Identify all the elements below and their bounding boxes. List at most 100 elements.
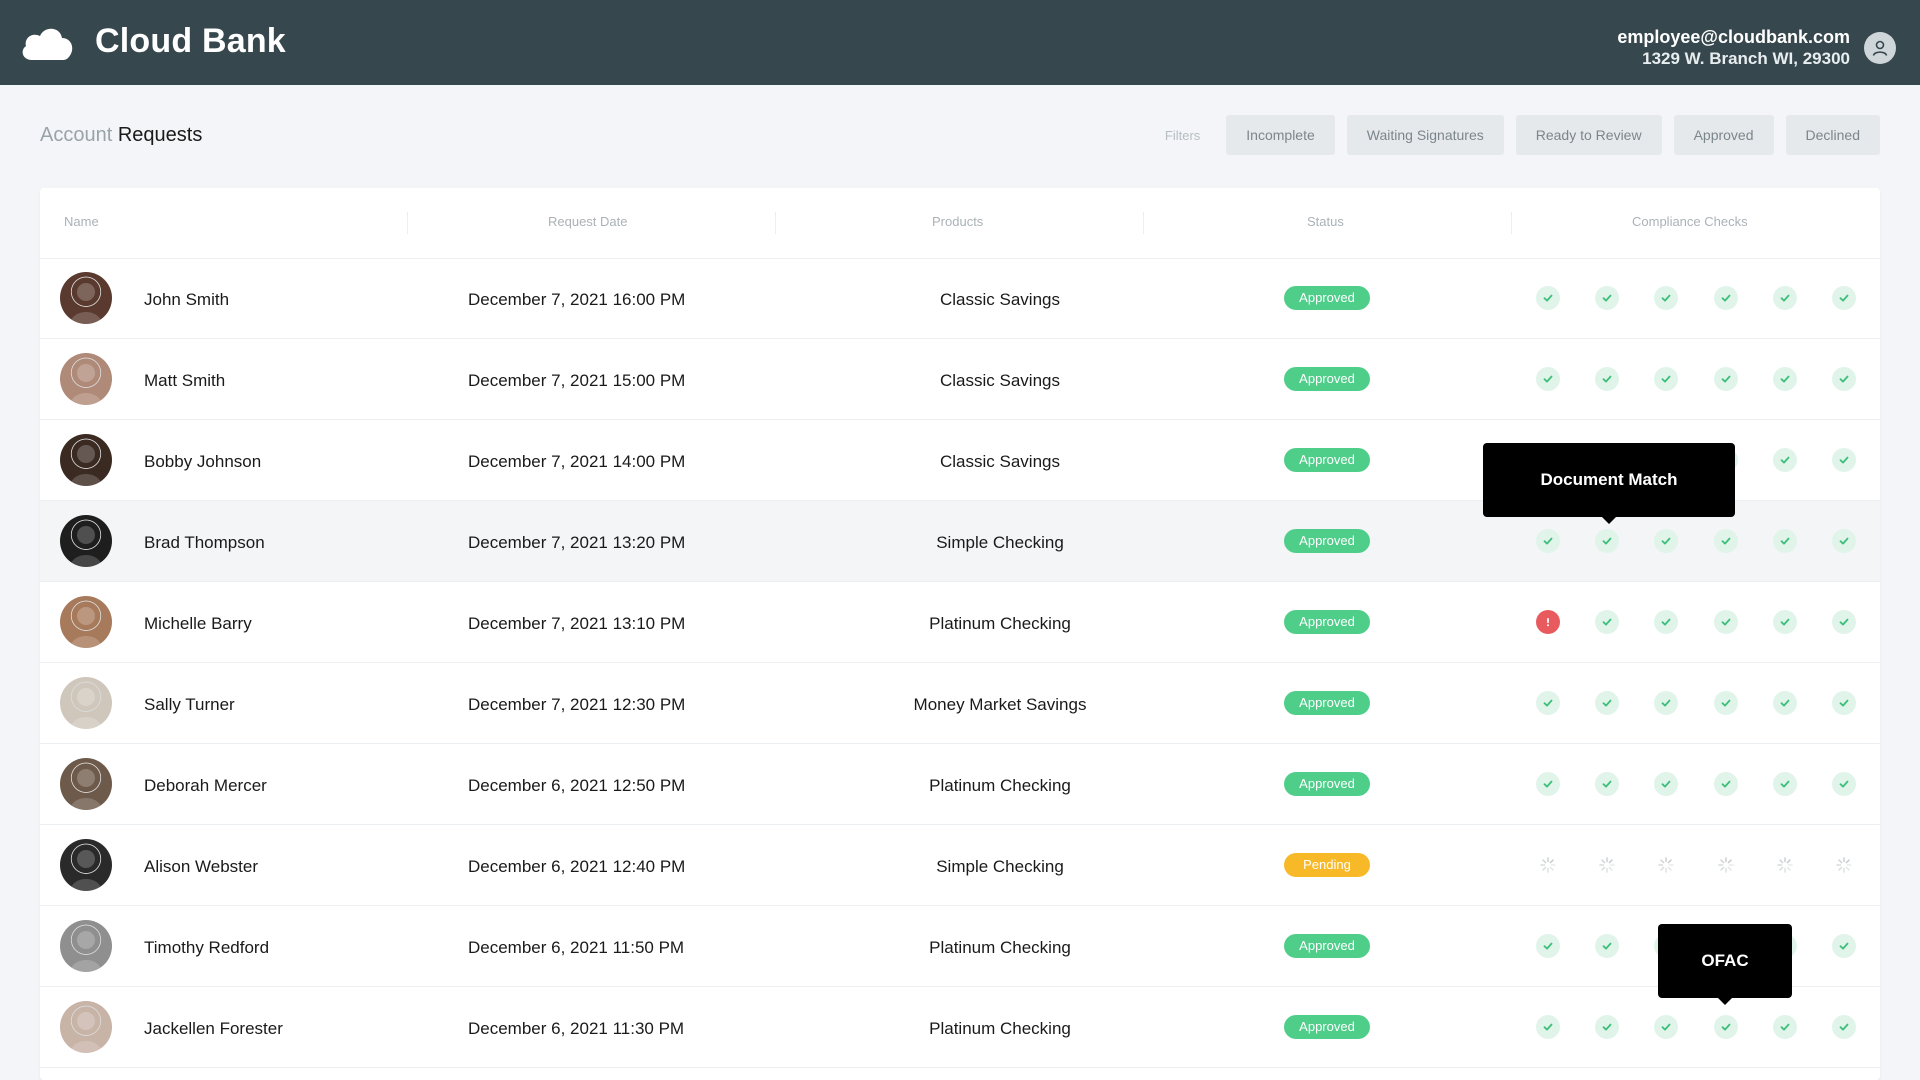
compliance-check-2-check-icon[interactable] xyxy=(1595,691,1619,715)
compliance-check-5-spinner-icon[interactable] xyxy=(1773,853,1797,877)
compliance-check-5-check-icon[interactable] xyxy=(1773,529,1797,553)
compliance-check-3-check-icon[interactable] xyxy=(1654,610,1678,634)
filter-incomplete-button[interactable]: Incomplete xyxy=(1226,115,1335,155)
compliance-check-1-check-icon[interactable] xyxy=(1536,367,1560,391)
table-row[interactable]: Jackellen Forester December 6, 2021 11:30… xyxy=(40,987,1880,1068)
compliance-check-2-check-icon[interactable] xyxy=(1595,610,1619,634)
requests-table: Name Request Date Products Status Compli… xyxy=(40,188,1880,1080)
compliance-check-3-check-icon[interactable] xyxy=(1654,367,1678,391)
filter-approved-button[interactable]: Approved xyxy=(1673,115,1774,155)
cell-request-date: December 7, 2021 13:20 PM xyxy=(468,533,686,552)
compliance-check-1-check-icon[interactable] xyxy=(1536,1015,1560,1039)
column-header-name[interactable]: Name xyxy=(64,214,99,229)
compliance-check-3-check-icon[interactable] xyxy=(1654,286,1678,310)
compliance-check-6-check-icon[interactable] xyxy=(1832,691,1856,715)
column-header-products[interactable]: Products xyxy=(932,214,983,229)
compliance-check-6-check-icon[interactable] xyxy=(1832,448,1856,472)
compliance-check-4-check-icon[interactable] xyxy=(1714,610,1738,634)
cell-request-date: December 6, 2021 12:50 PM xyxy=(468,776,686,795)
filter-waiting-signatures-button[interactable]: Waiting Signatures xyxy=(1346,115,1504,155)
compliance-check-1-check-icon[interactable] xyxy=(1536,934,1560,958)
table-row[interactable]: Deborah Mercer December 6, 2021 12:50 PM P… xyxy=(40,744,1880,825)
compliance-check-4-check-icon[interactable] xyxy=(1714,691,1738,715)
compliance-check-1-spinner-icon[interactable] xyxy=(1536,853,1560,877)
compliance-check-6-check-icon[interactable] xyxy=(1832,529,1856,553)
column-header-compliance-checks[interactable]: Compliance Checks xyxy=(1632,214,1748,229)
page-title-dark: Requests xyxy=(117,124,203,146)
cell-name[interactable]: Sally Turner xyxy=(144,695,235,715)
table-row[interactable]: Sally Turner December 7, 2021 12:30 PM Mon… xyxy=(40,663,1880,744)
cell-name[interactable]: Brad Thompson xyxy=(144,533,265,553)
status-badge: Approved xyxy=(1284,934,1370,958)
status-badge: Pending xyxy=(1284,853,1370,877)
table-row[interactable]: John Smith December 7, 2021 16:00 PM Class… xyxy=(40,258,1880,339)
compliance-check-2-check-icon[interactable] xyxy=(1595,772,1619,796)
compliance-check-3-spinner-icon[interactable] xyxy=(1654,853,1678,877)
compliance-check-3-check-icon[interactable] xyxy=(1654,691,1678,715)
compliance-check-1-check-icon[interactable] xyxy=(1536,772,1560,796)
table-row[interactable]: Michelle Barry December 7, 2021 13:10 PM P… xyxy=(40,582,1880,663)
user-avatar-button[interactable] xyxy=(1864,32,1896,64)
compliance-check-5-check-icon[interactable] xyxy=(1773,286,1797,310)
compliance-check-5-check-icon[interactable] xyxy=(1773,772,1797,796)
cell-name[interactable]: Bobby Johnson xyxy=(144,452,261,472)
status-badge: Approved xyxy=(1284,448,1370,472)
compliance-check-2-check-icon[interactable] xyxy=(1595,934,1619,958)
column-header-status[interactable]: Status xyxy=(1307,214,1344,229)
compliance-check-6-check-icon[interactable] xyxy=(1832,610,1856,634)
compliance-check-6-check-icon[interactable] xyxy=(1832,286,1856,310)
compliance-check-4-spinner-icon[interactable] xyxy=(1714,853,1738,877)
table-row[interactable]: Matt Smith December 7, 2021 15:00 PM Class… xyxy=(40,339,1880,420)
compliance-check-6-spinner-icon[interactable] xyxy=(1832,853,1856,877)
filter-declined-button[interactable]: Declined xyxy=(1785,115,1880,155)
compliance-check-4-check-icon[interactable] xyxy=(1714,772,1738,796)
compliance-check-5-check-icon[interactable] xyxy=(1773,691,1797,715)
table-row[interactable]: Timothy Redford December 6, 2021 11:50 PM… xyxy=(40,906,1880,987)
compliance-check-3-check-icon[interactable] xyxy=(1654,529,1678,553)
cell-request-date: December 7, 2021 16:00 PM xyxy=(468,290,686,309)
cell-request-date: December 6, 2021 11:30 PM xyxy=(468,1019,685,1038)
compliance-check-1-alert-icon[interactable] xyxy=(1536,610,1560,634)
cell-name[interactable]: Jackellen Forester xyxy=(144,1019,283,1039)
avatar xyxy=(60,596,112,648)
table-row[interactable]: Alison Webster December 6, 2021 12:40 PM S… xyxy=(40,825,1880,906)
column-divider xyxy=(775,212,776,234)
compliance-check-4-check-icon[interactable] xyxy=(1714,367,1738,391)
avatar xyxy=(60,272,112,324)
compliance-check-6-check-icon[interactable] xyxy=(1832,934,1856,958)
compliance-check-4-check-icon[interactable] xyxy=(1714,529,1738,553)
cell-name[interactable]: John Smith xyxy=(144,290,229,310)
compliance-check-2-check-icon[interactable] xyxy=(1595,367,1619,391)
cell-name[interactable]: Timothy Redford xyxy=(144,938,269,958)
avatar xyxy=(60,434,112,486)
compliance-check-3-check-icon[interactable] xyxy=(1654,772,1678,796)
cell-name[interactable]: Alison Webster xyxy=(144,857,258,877)
filter-ready-to-review-button[interactable]: Ready to Review xyxy=(1515,115,1662,155)
compliance-check-5-check-icon[interactable] xyxy=(1773,448,1797,472)
compliance-check-2-check-icon[interactable] xyxy=(1595,286,1619,310)
user-icon xyxy=(1872,40,1888,56)
compliance-check-4-check-icon[interactable] xyxy=(1714,286,1738,310)
compliance-check-6-check-icon[interactable] xyxy=(1832,367,1856,391)
column-header-request-date[interactable]: Request Date xyxy=(548,214,628,229)
compliance-check-1-check-icon[interactable] xyxy=(1536,691,1560,715)
compliance-check-4-check-icon[interactable] xyxy=(1714,1015,1738,1039)
filters-label: Filters xyxy=(1164,127,1201,143)
cell-product: Platinum Checking xyxy=(929,1019,1071,1038)
compliance-check-5-check-icon[interactable] xyxy=(1773,610,1797,634)
compliance-check-2-check-icon[interactable] xyxy=(1595,529,1619,553)
compliance-check-3-check-icon[interactable] xyxy=(1654,1015,1678,1039)
avatar xyxy=(60,1001,112,1053)
cell-name[interactable]: Deborah Mercer xyxy=(144,776,267,796)
compliance-check-1-check-icon[interactable] xyxy=(1536,286,1560,310)
cell-name[interactable]: Michelle Barry xyxy=(144,614,252,634)
table-header: Name Request Date Products Status Compli… xyxy=(40,188,1880,259)
compliance-check-5-check-icon[interactable] xyxy=(1773,367,1797,391)
cell-name[interactable]: Matt Smith xyxy=(144,371,225,391)
compliance-check-5-check-icon[interactable] xyxy=(1773,1015,1797,1039)
compliance-check-1-check-icon[interactable] xyxy=(1536,529,1560,553)
compliance-check-2-spinner-icon[interactable] xyxy=(1595,853,1619,877)
compliance-check-6-check-icon[interactable] xyxy=(1832,772,1856,796)
compliance-check-2-check-icon[interactable] xyxy=(1595,1015,1619,1039)
compliance-check-6-check-icon[interactable] xyxy=(1832,1015,1856,1039)
